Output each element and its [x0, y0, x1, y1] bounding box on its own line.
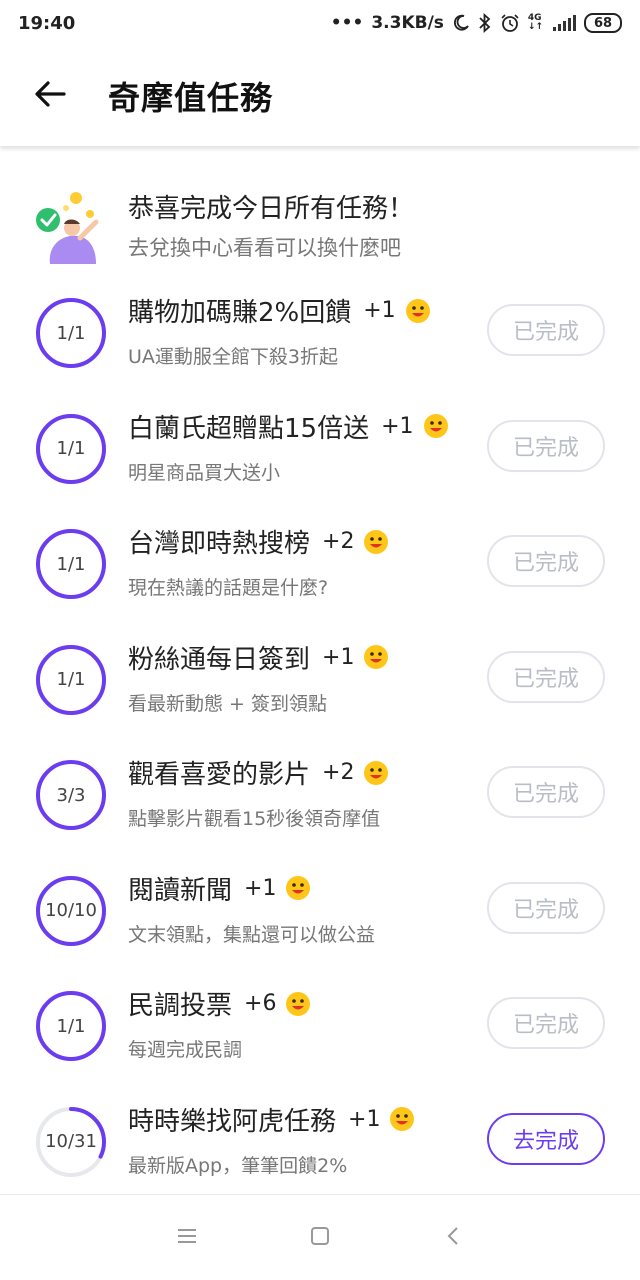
progress-ring: 10/10: [34, 874, 108, 948]
task-title: 民調投票: [128, 991, 233, 1021]
nav-home-button[interactable]: [290, 1208, 350, 1268]
battery-icon: 68: [584, 13, 622, 33]
task-title-row: 粉絲通每日簽到 +1: [128, 639, 390, 676]
progress-ring: 1/1: [34, 989, 108, 1063]
task-row: 1/1 粉絲通每日簽到 +1 看最新動態 + 簽到領點 已完成: [0, 629, 640, 745]
progress-label: 1/1: [56, 553, 86, 575]
page-title: 奇摩值任務: [108, 79, 274, 117]
go-complete-button[interactable]: 去完成: [487, 1112, 605, 1165]
status-bar: 19:40 ••• 3.3KB/s 4G ↓↑ 68: [0, 0, 640, 46]
moon-icon: [452, 14, 470, 32]
task-title: 白蘭氏超贈點15倍送: [128, 413, 370, 444]
progress-label: 3/3: [56, 784, 86, 806]
task-subtitle: 點擊影片觀看15秒後領奇摩值: [128, 808, 381, 830]
task-subtitle: 最新版App，筆筆回饋2%: [128, 1154, 348, 1177]
task-row: 1/1 台灣即時熱搜榜 +2 現在熱議的話題是什麼? 已完成: [0, 513, 640, 629]
progress-ring: 10/31: [34, 1105, 108, 1179]
status-speed: 3.3KB/s: [371, 13, 444, 33]
smiley-coin-icon: [388, 1105, 416, 1133]
task-title: 購物加碼賺2%回饋: [128, 298, 352, 328]
progress-ring: 1/1: [34, 527, 108, 601]
task-title: 粉絲通每日簽到: [128, 644, 311, 675]
task-title-row: 時時樂找阿虎任務 +1: [128, 1101, 416, 1138]
task-row: 10/10 閱讀新聞 +1 文末領點，集點還可以做公益 已完成: [0, 860, 640, 976]
progress-ring: 1/1: [34, 412, 108, 486]
progress-ring: 1/1: [34, 643, 108, 717]
progress-label: 10/10: [45, 900, 97, 921]
congrats-subtitle: 去兌換中心看看可以換什麼吧: [128, 236, 401, 260]
task-points: +1: [363, 298, 396, 323]
status-time: 19:40: [18, 12, 76, 34]
congrats-banner: 恭喜完成今日所有任務！ 去兌換中心看看可以換什麼吧: [0, 176, 640, 276]
task-points: +2: [322, 760, 355, 785]
progress-ring: 1/1: [34, 296, 108, 370]
task-title-row: 台灣即時熱搜榜 +2: [128, 523, 390, 560]
signal-icon: [553, 15, 576, 31]
arrow-left-icon: [34, 80, 66, 112]
task-title: 台灣即時熱搜榜: [128, 529, 311, 559]
network-label: 4G ↓↑: [527, 13, 543, 32]
task-points: +1: [381, 413, 414, 439]
task-points: +1: [348, 1106, 381, 1132]
task-completed-button[interactable]: 已完成: [487, 650, 605, 703]
task-completed-button[interactable]: 已完成: [487, 535, 605, 587]
home-square-icon: [309, 1225, 331, 1251]
task-title-row: 購物加碼賺2%回饋 +1: [128, 292, 432, 329]
congrats-title: 恭喜完成今日所有任務！: [128, 194, 415, 224]
app-header: 奇摩值任務: [0, 46, 640, 146]
status-icons: ••• 3.3KB/s 4G ↓↑ 68: [331, 13, 622, 33]
progress-label: 1/1: [56, 669, 86, 690]
smiley-coin-icon: [362, 759, 390, 787]
task-title-row: 白蘭氏超贈點15倍送 +1: [128, 408, 450, 445]
smiley-coin-icon: [362, 643, 390, 671]
task-row: 1/1 購物加碼賺2%回饋 +1 UA運動服全館下殺3折起 已完成: [0, 282, 640, 398]
progress-label: 1/1: [56, 1015, 86, 1037]
task-title: 閱讀新聞: [128, 875, 233, 906]
task-completed-button[interactable]: 已完成: [487, 881, 605, 934]
task-completed-button[interactable]: 已完成: [487, 304, 605, 356]
progress-label: 10/31: [45, 1131, 97, 1152]
progress-label: 1/1: [56, 438, 86, 459]
bluetooth-icon: [478, 13, 492, 33]
task-subtitle: 看最新動態 + 簽到領點: [128, 692, 327, 715]
task-subtitle: 每週完成民調: [128, 1039, 243, 1061]
smiley-coin-icon: [362, 528, 390, 556]
task-completed-button[interactable]: 已完成: [487, 766, 605, 818]
smiley-coin-icon: [404, 297, 432, 325]
task-row: 1/1 民調投票 +6 每週完成民調 已完成: [0, 975, 640, 1091]
back-chevron-icon: [445, 1225, 461, 1251]
task-title-row: 觀看喜愛的影片 +2: [128, 754, 390, 791]
task-completed-button[interactable]: 已完成: [487, 997, 605, 1049]
task-subtitle: UA運動服全館下殺3折起: [128, 346, 338, 368]
progress-ring: 3/3: [34, 758, 108, 832]
nav-menu-button[interactable]: [157, 1208, 217, 1268]
status-dots: •••: [330, 13, 364, 33]
task-title-row: 民調投票 +6: [128, 985, 312, 1022]
task-points: +6: [244, 991, 277, 1016]
task-subtitle: 明星商品買大送小: [128, 461, 281, 484]
alarm-icon: [500, 13, 520, 33]
smiley-coin-icon: [284, 990, 312, 1018]
task-points: +2: [322, 529, 355, 554]
task-title: 觀看喜愛的影片: [128, 760, 311, 790]
task-row: 10/31 時時樂找阿虎任務 +1 最新版App，筆筆回饋2% 去完成: [0, 1091, 640, 1207]
menu-icon: [176, 1227, 198, 1249]
task-completed-button[interactable]: 已完成: [487, 419, 605, 472]
task-subtitle: 文末領點，集點還可以做公益: [128, 923, 376, 946]
task-title-row: 閱讀新聞 +1: [128, 870, 312, 907]
task-row: 3/3 觀看喜愛的影片 +2 點擊影片觀看15秒後領奇摩值 已完成: [0, 744, 640, 860]
task-points: +1: [322, 644, 355, 670]
progress-label: 1/1: [56, 322, 86, 344]
task-points: +1: [244, 875, 277, 901]
celebration-illustration-icon: [36, 188, 108, 264]
back-button[interactable]: [0, 46, 100, 146]
task-subtitle: 現在熱議的話題是什麼?: [128, 577, 329, 599]
smiley-coin-icon: [284, 874, 312, 902]
task-title: 時時樂找阿虎任務: [128, 1106, 337, 1137]
smiley-coin-icon: [422, 412, 450, 440]
task-row: 1/1 白蘭氏超贈點15倍送 +1 明星商品買大送小 已完成: [0, 398, 640, 514]
system-nav-bar: [0, 1194, 640, 1280]
nav-back-button[interactable]: [423, 1208, 483, 1268]
